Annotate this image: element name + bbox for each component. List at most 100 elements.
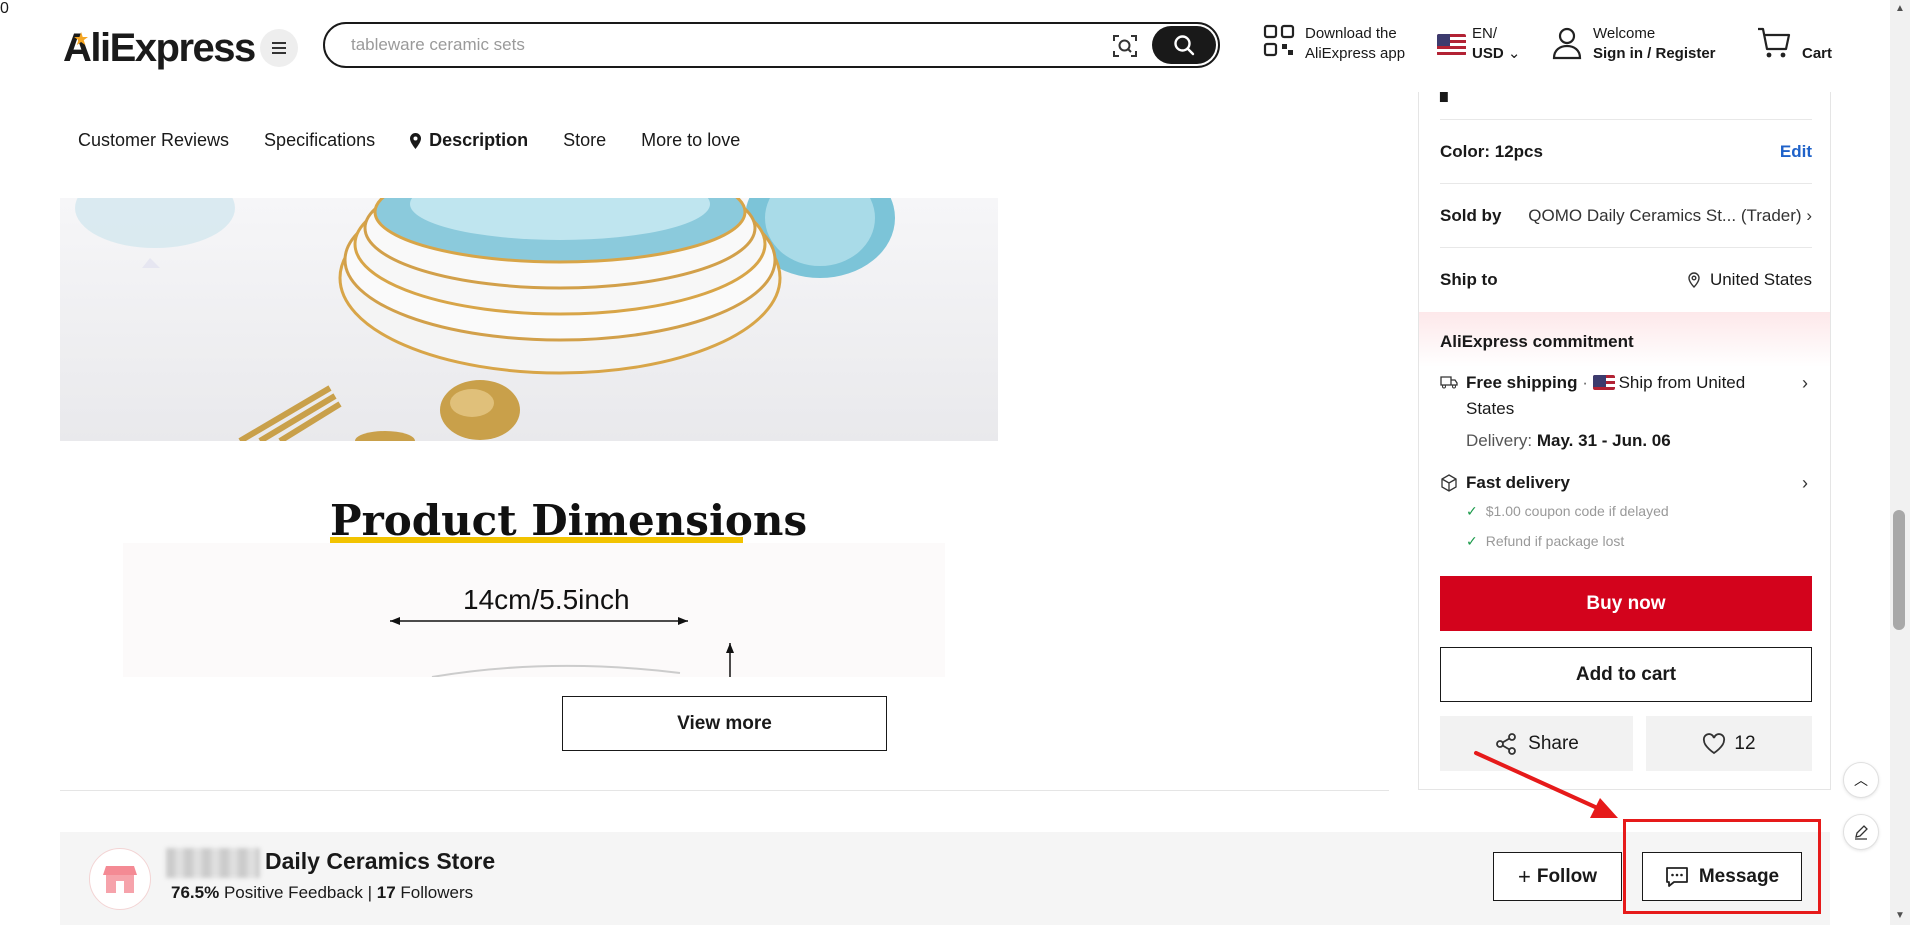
menu-button[interactable] — [260, 29, 298, 67]
ship-to-country: United States — [1709, 270, 1812, 289]
buy-now-button[interactable]: Buy now — [1440, 576, 1812, 631]
scroll-to-top-button[interactable]: ︿ — [1843, 762, 1879, 798]
follow-button[interactable]: + Follow — [1493, 852, 1622, 901]
store-icon — [103, 866, 137, 893]
chevron-up-icon: ︿ — [1854, 772, 1868, 788]
chevron-right-icon: › — [1802, 373, 1808, 393]
cart-count-badge: 0 — [0, 0, 9, 17]
share-icon — [1496, 732, 1517, 755]
redacted-store-name — [166, 848, 260, 878]
scroll-down-arrow-icon[interactable]: ▼ — [1895, 910, 1905, 921]
stats-separator: | — [367, 883, 372, 902]
check-icon: ✓ — [1466, 503, 1478, 519]
chevron-right-icon: › — [1802, 473, 1808, 493]
color-label: Color: 12pcs — [1440, 141, 1543, 161]
delivery-dates: May. 31 - Jun. 06 — [1536, 431, 1671, 450]
qr-code-icon — [1263, 24, 1295, 57]
user-icon — [1552, 27, 1582, 60]
annotation-highlight-box — [1623, 819, 1821, 914]
tab-store[interactable]: Store — [563, 130, 606, 151]
chevron-down-icon: ⌄ — [1507, 45, 1521, 62]
location-icon — [1688, 272, 1700, 288]
package-icon — [1441, 474, 1457, 492]
plus-icon: + — [1517, 863, 1531, 889]
feedback-label: Positive Feedback — [223, 883, 363, 902]
search-icon — [1174, 35, 1195, 56]
add-to-cart-button[interactable]: Add to cart — [1440, 647, 1812, 702]
tab-specifications[interactable]: Specifications — [264, 130, 375, 151]
fast-delivery-label: Fast delivery — [1466, 473, 1570, 492]
language-label: EN/ — [1472, 25, 1498, 42]
account-menu[interactable]: Welcome Sign in / Register — [1551, 24, 1716, 64]
dimension-arrows — [390, 617, 734, 677]
store-stats: 76.5% Positive Feedback | 17 Followers — [171, 883, 473, 903]
section-divider — [60, 790, 1389, 791]
store-info-bar: Daily Ceramics Store 76.5% Positive Feed… — [60, 832, 1830, 925]
ship-to-label: Ship to — [1440, 270, 1498, 289]
scrollbar-thumb[interactable] — [1893, 510, 1905, 630]
us-flag-icon — [1437, 34, 1466, 56]
cart-icon — [1758, 27, 1791, 58]
scroll-up-arrow-icon[interactable]: ▲ — [1895, 3, 1905, 14]
purchase-panel: ▘ Color: 12pcs Edit Sold by QOMO Daily C… — [1418, 92, 1831, 790]
chevron-right-icon: › — [1806, 205, 1812, 225]
app-line-2: AliExpress app — [1305, 45, 1406, 62]
truck-icon — [1440, 376, 1458, 389]
top-header: ★ AliExpress Download theAliExpress app … — [0, 0, 1890, 92]
aliexpress-logo[interactable]: ★ AliExpress — [63, 26, 256, 71]
truncated-text: ▘ — [1440, 92, 1456, 114]
free-shipping-label: Free shipping — [1466, 373, 1578, 392]
product-photo — [60, 198, 998, 441]
search-button[interactable] — [1152, 26, 1216, 64]
coupon-guarantee: ✓ $1.00 coupon code if delayed — [1466, 503, 1669, 519]
logo-star-icon: ★ — [73, 29, 89, 49]
app-line-1: Download the — [1305, 25, 1397, 42]
welcome-label: Welcome — [1593, 25, 1656, 42]
tab-description-label: Description — [429, 130, 529, 150]
tableware-image — [75, 198, 895, 441]
color-row: Color: 12pcs Edit — [1440, 120, 1812, 184]
commitment-title: AliExpress commitment — [1440, 332, 1634, 351]
view-more-button[interactable]: View more — [562, 696, 887, 751]
sign-in-link[interactable]: Sign in / Register — [1593, 45, 1716, 62]
fast-delivery-row[interactable]: Fast delivery › — [1440, 470, 1812, 496]
sold-by-label: Sold by — [1440, 205, 1502, 225]
free-shipping-row[interactable]: Free shipping · Ship from United States … — [1440, 370, 1812, 454]
currency-label: USD — [1472, 45, 1504, 62]
product-section-tabs: Customer Reviews Specifications Descript… — [78, 130, 775, 151]
feedback-value: 76.5% — [171, 883, 220, 902]
heart-icon — [1703, 732, 1726, 754]
follow-label: Follow — [1536, 865, 1597, 887]
followers-label: Followers — [400, 883, 474, 902]
wishlist-count: 12 — [1734, 732, 1756, 754]
download-app-link[interactable]: Download the AliExpress app — [1263, 24, 1405, 64]
share-label: Share — [1528, 732, 1579, 754]
image-search-icon[interactable] — [1112, 33, 1138, 59]
location-pin-icon — [410, 132, 422, 149]
tab-more-to-love[interactable]: More to love — [641, 130, 740, 151]
tab-description[interactable]: Description — [410, 130, 528, 151]
language-currency-selector[interactable]: EN/ USD ⌄ — [1437, 24, 1520, 64]
search-input[interactable] — [351, 33, 1131, 57]
edit-color-link[interactable]: Edit — [1780, 142, 1812, 162]
hamburger-icon — [272, 47, 286, 49]
share-button[interactable]: Share — [1440, 716, 1633, 771]
cart-label: Cart — [1802, 45, 1833, 62]
delivery-label: Delivery: — [1466, 431, 1533, 450]
shipping-info: Free shipping · Ship from United States … — [1440, 370, 1812, 557]
ship-to-row[interactable]: Ship to United States — [1440, 248, 1812, 312]
refund-guarantee: ✓ Refund if package lost — [1466, 533, 1625, 549]
sold-by-row[interactable]: Sold by QOMO Daily Ceramics St... (Trade… — [1440, 184, 1812, 248]
tab-customer-reviews[interactable]: Customer Reviews — [78, 130, 229, 151]
page-scrollbar[interactable] — [1890, 0, 1910, 925]
product-dimensions-graphic: Product Dimensions 14cm/5.5inch — [60, 441, 998, 677]
store-avatar[interactable] — [89, 848, 151, 910]
feedback-button[interactable] — [1843, 814, 1879, 850]
seller-name: QOMO Daily Ceramics St... (Trader) — [1528, 205, 1802, 225]
wishlist-button[interactable]: 12 — [1646, 716, 1812, 771]
edit-icon — [1855, 825, 1868, 840]
check-icon: ✓ — [1466, 533, 1478, 549]
cart-button[interactable]: Cart — [1756, 24, 1832, 64]
us-flag-small-icon — [1592, 375, 1615, 390]
followers-value: 17 — [376, 883, 396, 902]
